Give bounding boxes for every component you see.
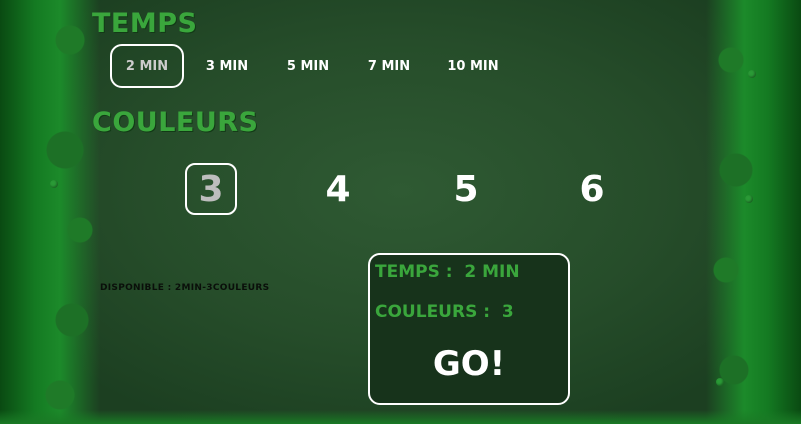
time-option-10min[interactable]: 10 MIN [436, 44, 510, 88]
availability-text: DISPONIBLE : 2MIN-3COULEURS [100, 283, 270, 293]
time-option-5min[interactable]: 5 MIN [271, 44, 345, 88]
game-background: TEMPS 2 MIN 3 MIN 5 MIN 7 MIN 10 MIN COU… [0, 0, 801, 424]
summary-colors: COULEURS : 3 [375, 302, 514, 322]
summary-colors-value: 3 [501, 302, 514, 322]
slime-drop [716, 378, 724, 386]
slime-border-bottom [0, 410, 801, 424]
slime-drop [748, 70, 756, 78]
color-option-4[interactable]: 4 [312, 163, 364, 215]
slime-drop [50, 180, 58, 188]
slime-drop [745, 195, 753, 203]
colors-heading: COULEURS [92, 107, 259, 138]
summary-time-label: TEMPS : [375, 262, 453, 282]
summary-time-value: 2 MIN [464, 262, 520, 282]
color-option-3[interactable]: 3 [185, 163, 237, 215]
time-heading: TEMPS [92, 8, 198, 39]
summary-time: TEMPS : 2 MIN [375, 262, 520, 282]
go-button[interactable]: GO! [370, 339, 568, 389]
color-option-5[interactable]: 5 [440, 163, 492, 215]
time-option-2min[interactable]: 2 MIN [110, 44, 184, 88]
slime-border-right [706, 0, 801, 424]
summary-panel: TEMPS : 2 MIN COULEURS : 3 GO! [368, 253, 570, 405]
color-option-6[interactable]: 6 [566, 163, 618, 215]
slime-border-left [0, 0, 100, 424]
time-option-7min[interactable]: 7 MIN [352, 44, 426, 88]
summary-colors-label: COULEURS : [375, 302, 491, 322]
time-option-3min[interactable]: 3 MIN [190, 44, 264, 88]
